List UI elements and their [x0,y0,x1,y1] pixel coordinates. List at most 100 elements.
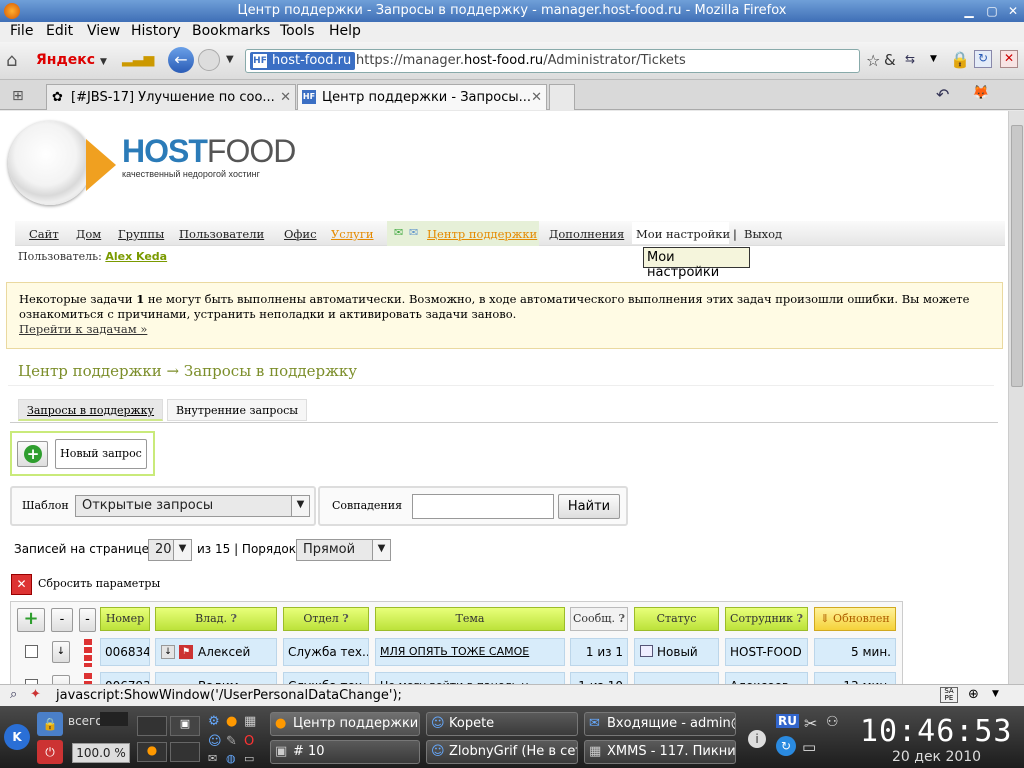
cell-messages[interactable]: 1 из 1 [570,638,628,666]
tab-support-center[interactable]: HF Центр поддержки - Запросы... ✕ [297,84,547,110]
new-tab-button[interactable] [549,84,575,110]
site-identity-button[interactable]: HF host-food.ru [250,52,356,70]
cell-number[interactable]: 006793 [100,672,150,684]
lock-icon[interactable]: 🔒 [950,50,970,69]
page-scrollbar[interactable] [1008,111,1024,684]
kmail-icon[interactable]: ✉ [208,752,217,765]
lock-screen-icon[interactable]: 🔒 [37,712,63,736]
nav-services[interactable]: Услуги [331,227,374,241]
tab-list-icon[interactable]: ⊞ [12,88,24,104]
network-icon[interactable]: ⚙ [208,714,220,729]
nav-office[interactable]: Офис [284,227,317,241]
menu-help[interactable]: Help [329,23,361,39]
col-owner[interactable]: Влад. ? [155,607,277,631]
cell-status[interactable]: ... [634,672,719,684]
url-bar[interactable]: HF host-food.ru https://manager.host-food… [245,49,860,73]
forward-icon[interactable] [198,49,220,71]
search-input[interactable] [412,494,554,519]
cell-status[interactable]: Новый [634,638,719,666]
back-icon[interactable]: ← [168,47,194,73]
task-terminal[interactable]: ▣ # 10 [270,740,420,764]
volume-indicator[interactable]: 100.0 % [72,743,130,763]
tab-support-requests[interactable]: Запросы в поддержку [18,399,164,421]
scissors-icon[interactable]: ✂ [804,714,817,733]
cell-messages[interactable]: 1 из 10 [570,672,628,684]
nav-logout[interactable]: Выход [744,227,782,241]
reset-link[interactable]: Сбросить параметры [38,577,160,590]
new-request-button[interactable]: Новый запрос [55,439,147,469]
menu-file[interactable]: File [10,23,33,39]
tab-close-icon[interactable]: ✕ [531,90,542,105]
task-kmail[interactable]: ✉ Входящие - admin@ [584,712,736,736]
desktop-pager-2[interactable] [170,742,200,762]
close-icon[interactable]: ✕ [1004,2,1022,20]
task-kopete[interactable]: ☺ Kopete [426,712,578,736]
cell-employee[interactable]: HOST-FOOD [725,638,808,666]
dropdown-icon[interactable]: ▼ [930,54,937,64]
minimize-icon[interactable]: ▁ [960,2,978,20]
addon-icon[interactable]: SA PE [940,687,958,703]
col-number[interactable]: Номер [100,607,150,631]
fox-icon[interactable]: 🦊 [972,85,989,101]
signal-icon[interactable]: ▂▃▅ [122,51,154,67]
yandex-button[interactable]: Яндекс ▼ [36,52,107,68]
zoom-icon[interactable]: ⊕ [968,687,979,702]
kde-menu-icon[interactable]: K [4,724,30,750]
info-icon[interactable]: i [748,730,766,748]
logo[interactable]: HOSTFOOD [122,133,296,170]
add-request-button[interactable]: + [17,441,48,467]
col-department[interactable]: Отдел ? [283,607,369,631]
col-employee[interactable]: Сотрудник ? [725,607,808,631]
settings-icon[interactable]: ✎ [226,734,237,749]
expand-button[interactable] [52,675,70,684]
task-chat[interactable]: ☺ ZlobnyGrif (Не в сети [426,740,578,764]
col-messages[interactable]: Сообщ. ? [570,607,628,631]
undo-icon[interactable]: ↶ [936,85,949,104]
cell-updated[interactable]: 13 мин. [814,672,896,684]
display-icon[interactable]: ▭ [802,738,816,756]
cell-department[interactable]: Служба тех... [283,638,369,666]
kopete-icon[interactable]: ☺ [208,734,222,749]
power-icon[interactable]: ⏻ [37,740,63,764]
nav-site[interactable]: Сайт [29,227,59,241]
opera-icon[interactable]: O [244,734,254,749]
desktop-pager-1[interactable] [137,716,167,736]
cell-subject[interactable]: МЛЯ ОПЯТЬ ТОЖЕ САМОЕ [375,638,565,666]
task-firefox[interactable]: ● Центр поддержки - [270,712,420,736]
menu-edit[interactable]: Edit [46,23,73,39]
update-icon[interactable]: ↻ [776,736,796,756]
cell-employee[interactable]: Алексеев... [725,672,808,684]
per-page-select[interactable]: 20 ▼ [148,539,192,561]
bookmark-star-icon[interactable]: ☆ [866,51,880,70]
col-subject[interactable]: Тема [375,607,565,631]
calculator-icon[interactable]: ▦ [244,714,256,729]
keyboard-layout[interactable]: RU [776,714,799,728]
home-icon[interactable]: ⌂ [6,50,17,71]
row-checkbox[interactable] [25,645,38,658]
scrollbar-thumb[interactable] [1011,125,1023,387]
cell-updated[interactable]: 5 мин. [814,638,896,666]
clock[interactable]: 10:46:53 [860,714,1013,749]
nav-support-center[interactable]: Центр поддержки [427,227,537,241]
menu-tools[interactable]: Tools [280,23,315,39]
collapse-button[interactable]: - [51,608,73,632]
tab-close-icon[interactable]: ✕ [280,90,291,105]
translate-icon[interactable]: ⇆ [905,52,915,66]
cell-owner[interactable]: Вадим [155,672,277,684]
nav-groups[interactable]: Группы [118,227,164,241]
nav-home[interactable]: Дом [76,227,101,241]
ampersand-icon[interactable]: & [884,51,896,69]
cell-owner[interactable]: ↓ ⚑ Алексей [155,638,277,666]
menu-bookmarks[interactable]: Bookmarks [192,23,270,39]
cell-number[interactable]: 006834 [100,638,150,666]
template-select[interactable]: Открытые запросы ▼ [75,495,310,517]
cell-department[interactable]: Служба тех... [283,672,369,684]
col-updated[interactable]: ⇓ Обновлен [814,607,896,631]
reload-icon[interactable]: ↻ [974,50,992,68]
firefox-icon[interactable]: ● [226,714,237,729]
find-button[interactable]: Найти [558,494,620,519]
konqueror-icon[interactable]: ◍ [226,752,236,765]
add-ticket-button[interactable]: + [17,608,45,632]
history-dropdown-icon[interactable]: ▼ [226,54,234,65]
nav-users[interactable]: Пользователи [179,227,264,241]
